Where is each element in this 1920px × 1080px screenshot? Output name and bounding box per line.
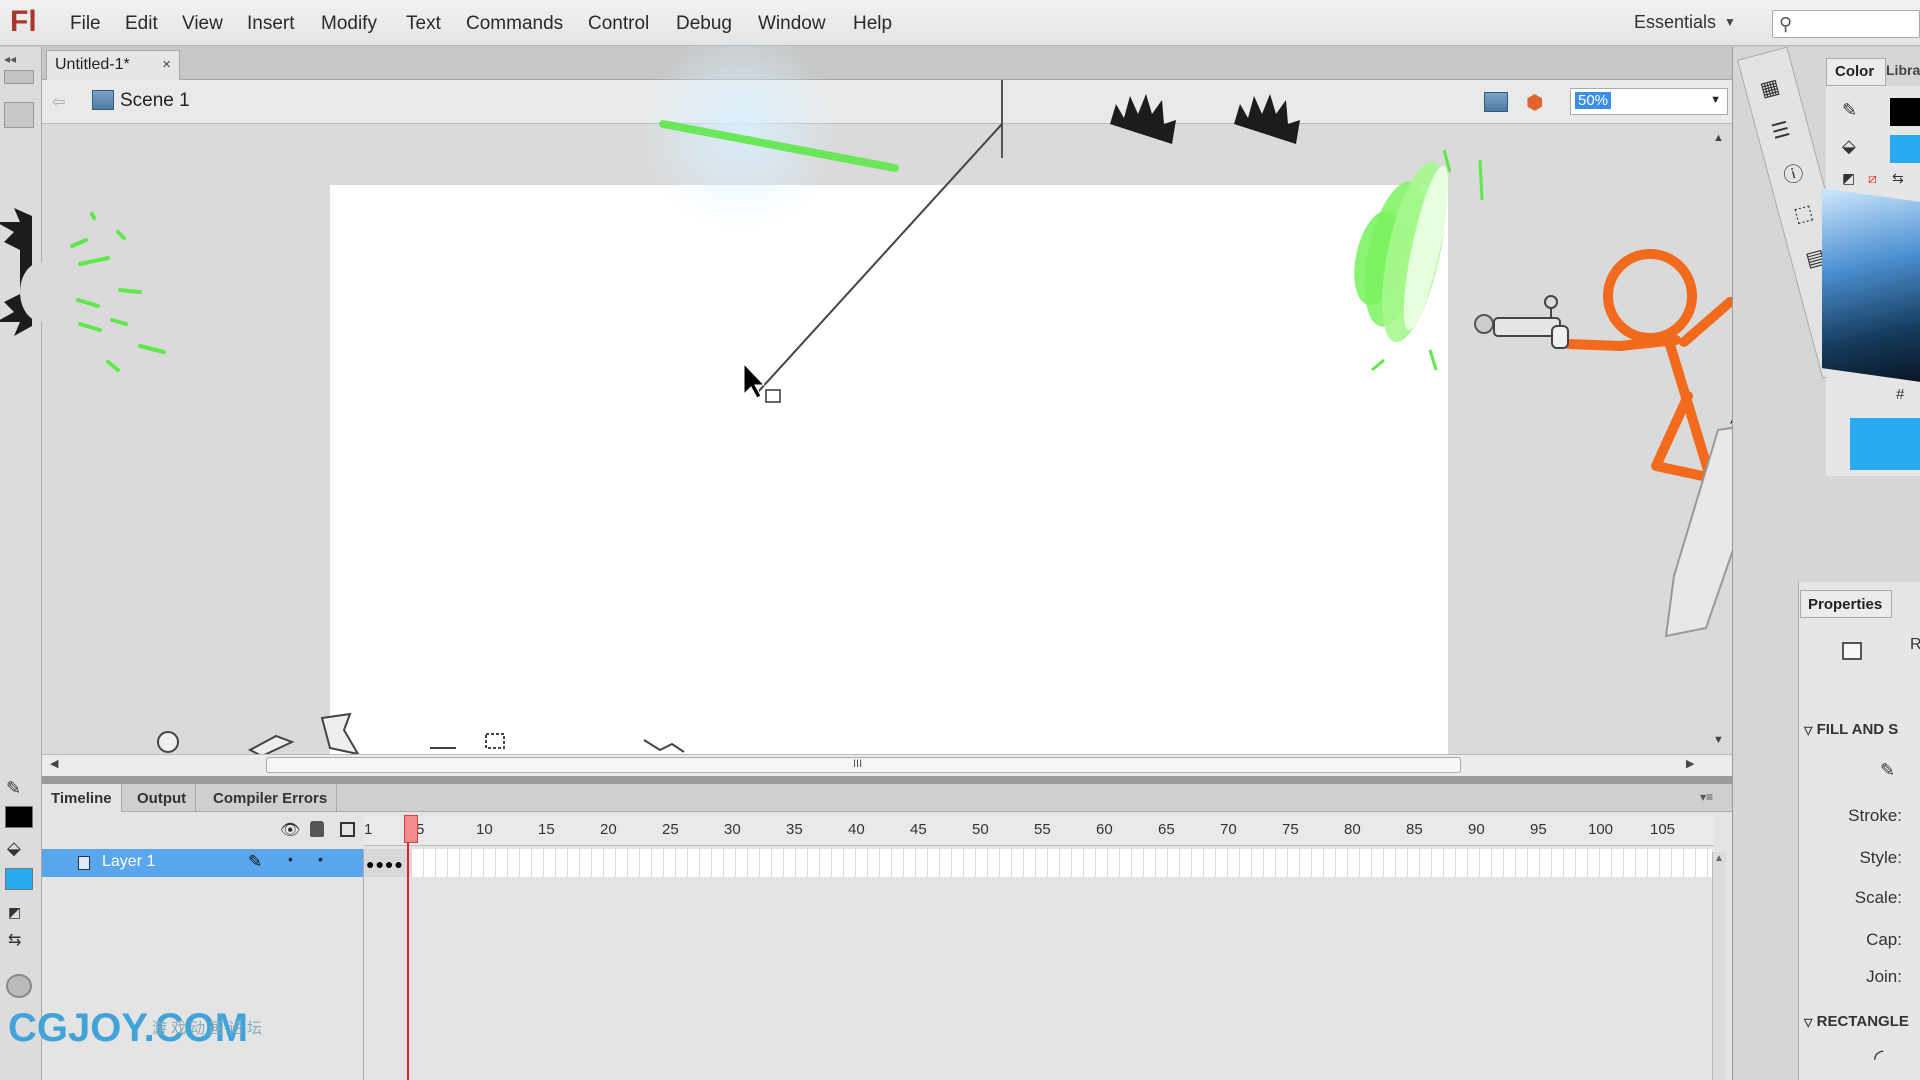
tab-color[interactable]: Color <box>1826 58 1886 86</box>
timeline-divider <box>363 849 364 1080</box>
color-preview-swatch <box>1850 418 1920 470</box>
frame-number: 75 <box>1282 821 1299 838</box>
robot-cannon <box>1474 295 1569 349</box>
scroll-right-arrow[interactable]: ▶ <box>1686 757 1694 770</box>
fill-stroke-header: FILL AND S <box>1816 721 1899 738</box>
join-label: Join: <box>1866 967 1902 986</box>
props-name-letter: R <box>1910 636 1920 653</box>
outline-icon[interactable] <box>340 822 355 837</box>
tab-library[interactable]: Libra <box>1886 62 1920 78</box>
layer-page-icon <box>78 856 90 870</box>
black-white-icon[interactable]: ◩ <box>1842 170 1855 187</box>
tab-timeline[interactable]: Timeline <box>42 784 122 812</box>
scroll-grip: III <box>853 758 863 770</box>
corner-radius-icon[interactable]: ◜ <box>1874 1044 1883 1073</box>
scale-label: Scale: <box>1854 888 1902 907</box>
eye-icon[interactable]: 👁 <box>280 820 300 840</box>
layer-row[interactable] <box>42 849 364 877</box>
frame-number: 60 <box>1096 821 1113 838</box>
tab-compiler-errors[interactable]: Compiler Errors <box>204 784 338 812</box>
panel-menu-icon[interactable]: ▾≡ <box>1700 790 1713 804</box>
scroll-left-arrow[interactable]: ◀ <box>50 757 58 770</box>
stroke-pencil-icon[interactable]: ✎ <box>1880 760 1895 781</box>
stroke-label: Stroke: <box>1848 806 1902 825</box>
frame-number: 25 <box>662 821 679 838</box>
frame-number: 70 <box>1220 821 1237 838</box>
lock-icon[interactable] <box>310 821 324 837</box>
tool-debris <box>157 712 685 758</box>
frame-number: 65 <box>1158 821 1175 838</box>
frame-number: 15 <box>538 821 555 838</box>
cap-label: Cap: <box>1866 930 1902 949</box>
swap-colors-icon[interactable]: ⇆ <box>1892 170 1904 187</box>
tab-properties[interactable]: Properties <box>1800 590 1892 618</box>
frame-number: 50 <box>972 821 989 838</box>
info-icon[interactable]: ⓘ <box>1780 156 1807 189</box>
pencil-icon: ✎ <box>248 852 263 871</box>
panel-divider[interactable] <box>42 776 1732 784</box>
light-glow <box>640 30 840 230</box>
playhead[interactable] <box>404 815 418 843</box>
spiky-core <box>20 262 64 322</box>
frame-number: 45 <box>910 821 927 838</box>
frame-number: 95 <box>1530 821 1547 838</box>
frame-number: 80 <box>1344 821 1361 838</box>
chevron-down-icon: ▽ <box>1804 1017 1813 1029</box>
lock-dot[interactable]: • <box>318 851 323 867</box>
align-icon[interactable]: ▦ <box>1757 73 1782 102</box>
hex-label: # <box>1896 386 1905 403</box>
stroke-color-icon[interactable]: ✎ <box>1842 100 1857 121</box>
chevron-down-icon: ▽ <box>1804 725 1813 737</box>
playhead-line <box>407 843 409 1080</box>
frame-number: 35 <box>786 821 803 838</box>
spiky-shapes <box>0 94 1790 434</box>
scroll-thumb[interactable]: III <box>266 757 1461 773</box>
visibility-dot[interactable]: • <box>288 851 293 867</box>
green-sparks-left <box>70 212 166 372</box>
rectangle-header: RECTANGLE <box>1816 1013 1909 1030</box>
frame-number: 105 <box>1650 821 1676 838</box>
mouse-pointer-icon <box>743 362 766 399</box>
rectangle-tool-icon <box>1842 642 1862 660</box>
fill-color-swatch[interactable] <box>1890 135 1920 163</box>
scroll-up-arrow[interactable]: ▲ <box>1714 853 1724 864</box>
style-label: Style: <box>1859 848 1902 867</box>
frame-number: 10 <box>476 821 493 838</box>
scroll-down-arrow[interactable]: ▼ <box>1713 734 1724 746</box>
tab-output[interactable]: Output <box>128 784 197 812</box>
watermark-chinese: 游戏动画论坛 <box>152 1020 267 1037</box>
rectangle-section[interactable]: ▽ RECTANGLE <box>1804 1013 1909 1030</box>
fill-color-icon[interactable]: ⬙ <box>1842 136 1856 157</box>
frame-number: 20 <box>600 821 617 838</box>
layer-name[interactable]: Layer 1 <box>102 853 155 871</box>
fill-stroke-section[interactable]: ▽ FILL AND S <box>1804 721 1898 738</box>
frame-number: 1 <box>364 821 373 838</box>
frame-number: 30 <box>724 821 741 838</box>
cursor-rect-icon <box>765 389 781 403</box>
keyframe-dots[interactable]: ●●●● <box>366 856 404 872</box>
stroke-color-swatch[interactable] <box>1890 98 1920 126</box>
history-icon[interactable]: ☰ <box>1769 116 1793 145</box>
frame-number: 90 <box>1468 821 1485 838</box>
frame-number: 55 <box>1034 821 1051 838</box>
no-color-icon[interactable]: ⧄ <box>1868 170 1877 187</box>
scroll-up-arrow[interactable]: ▲ <box>1713 132 1724 144</box>
color-spectrum[interactable] <box>1822 188 1920 382</box>
frame-number: 40 <box>848 821 865 838</box>
green-energy-blast <box>1354 149 1484 372</box>
frame-track[interactable] <box>364 849 1712 877</box>
frame-number: 100 <box>1588 821 1614 838</box>
timeline-vscroll[interactable] <box>1712 852 1726 1080</box>
transform-icon[interactable]: ⬚ <box>1791 199 1816 228</box>
frame-number: 85 <box>1406 821 1423 838</box>
